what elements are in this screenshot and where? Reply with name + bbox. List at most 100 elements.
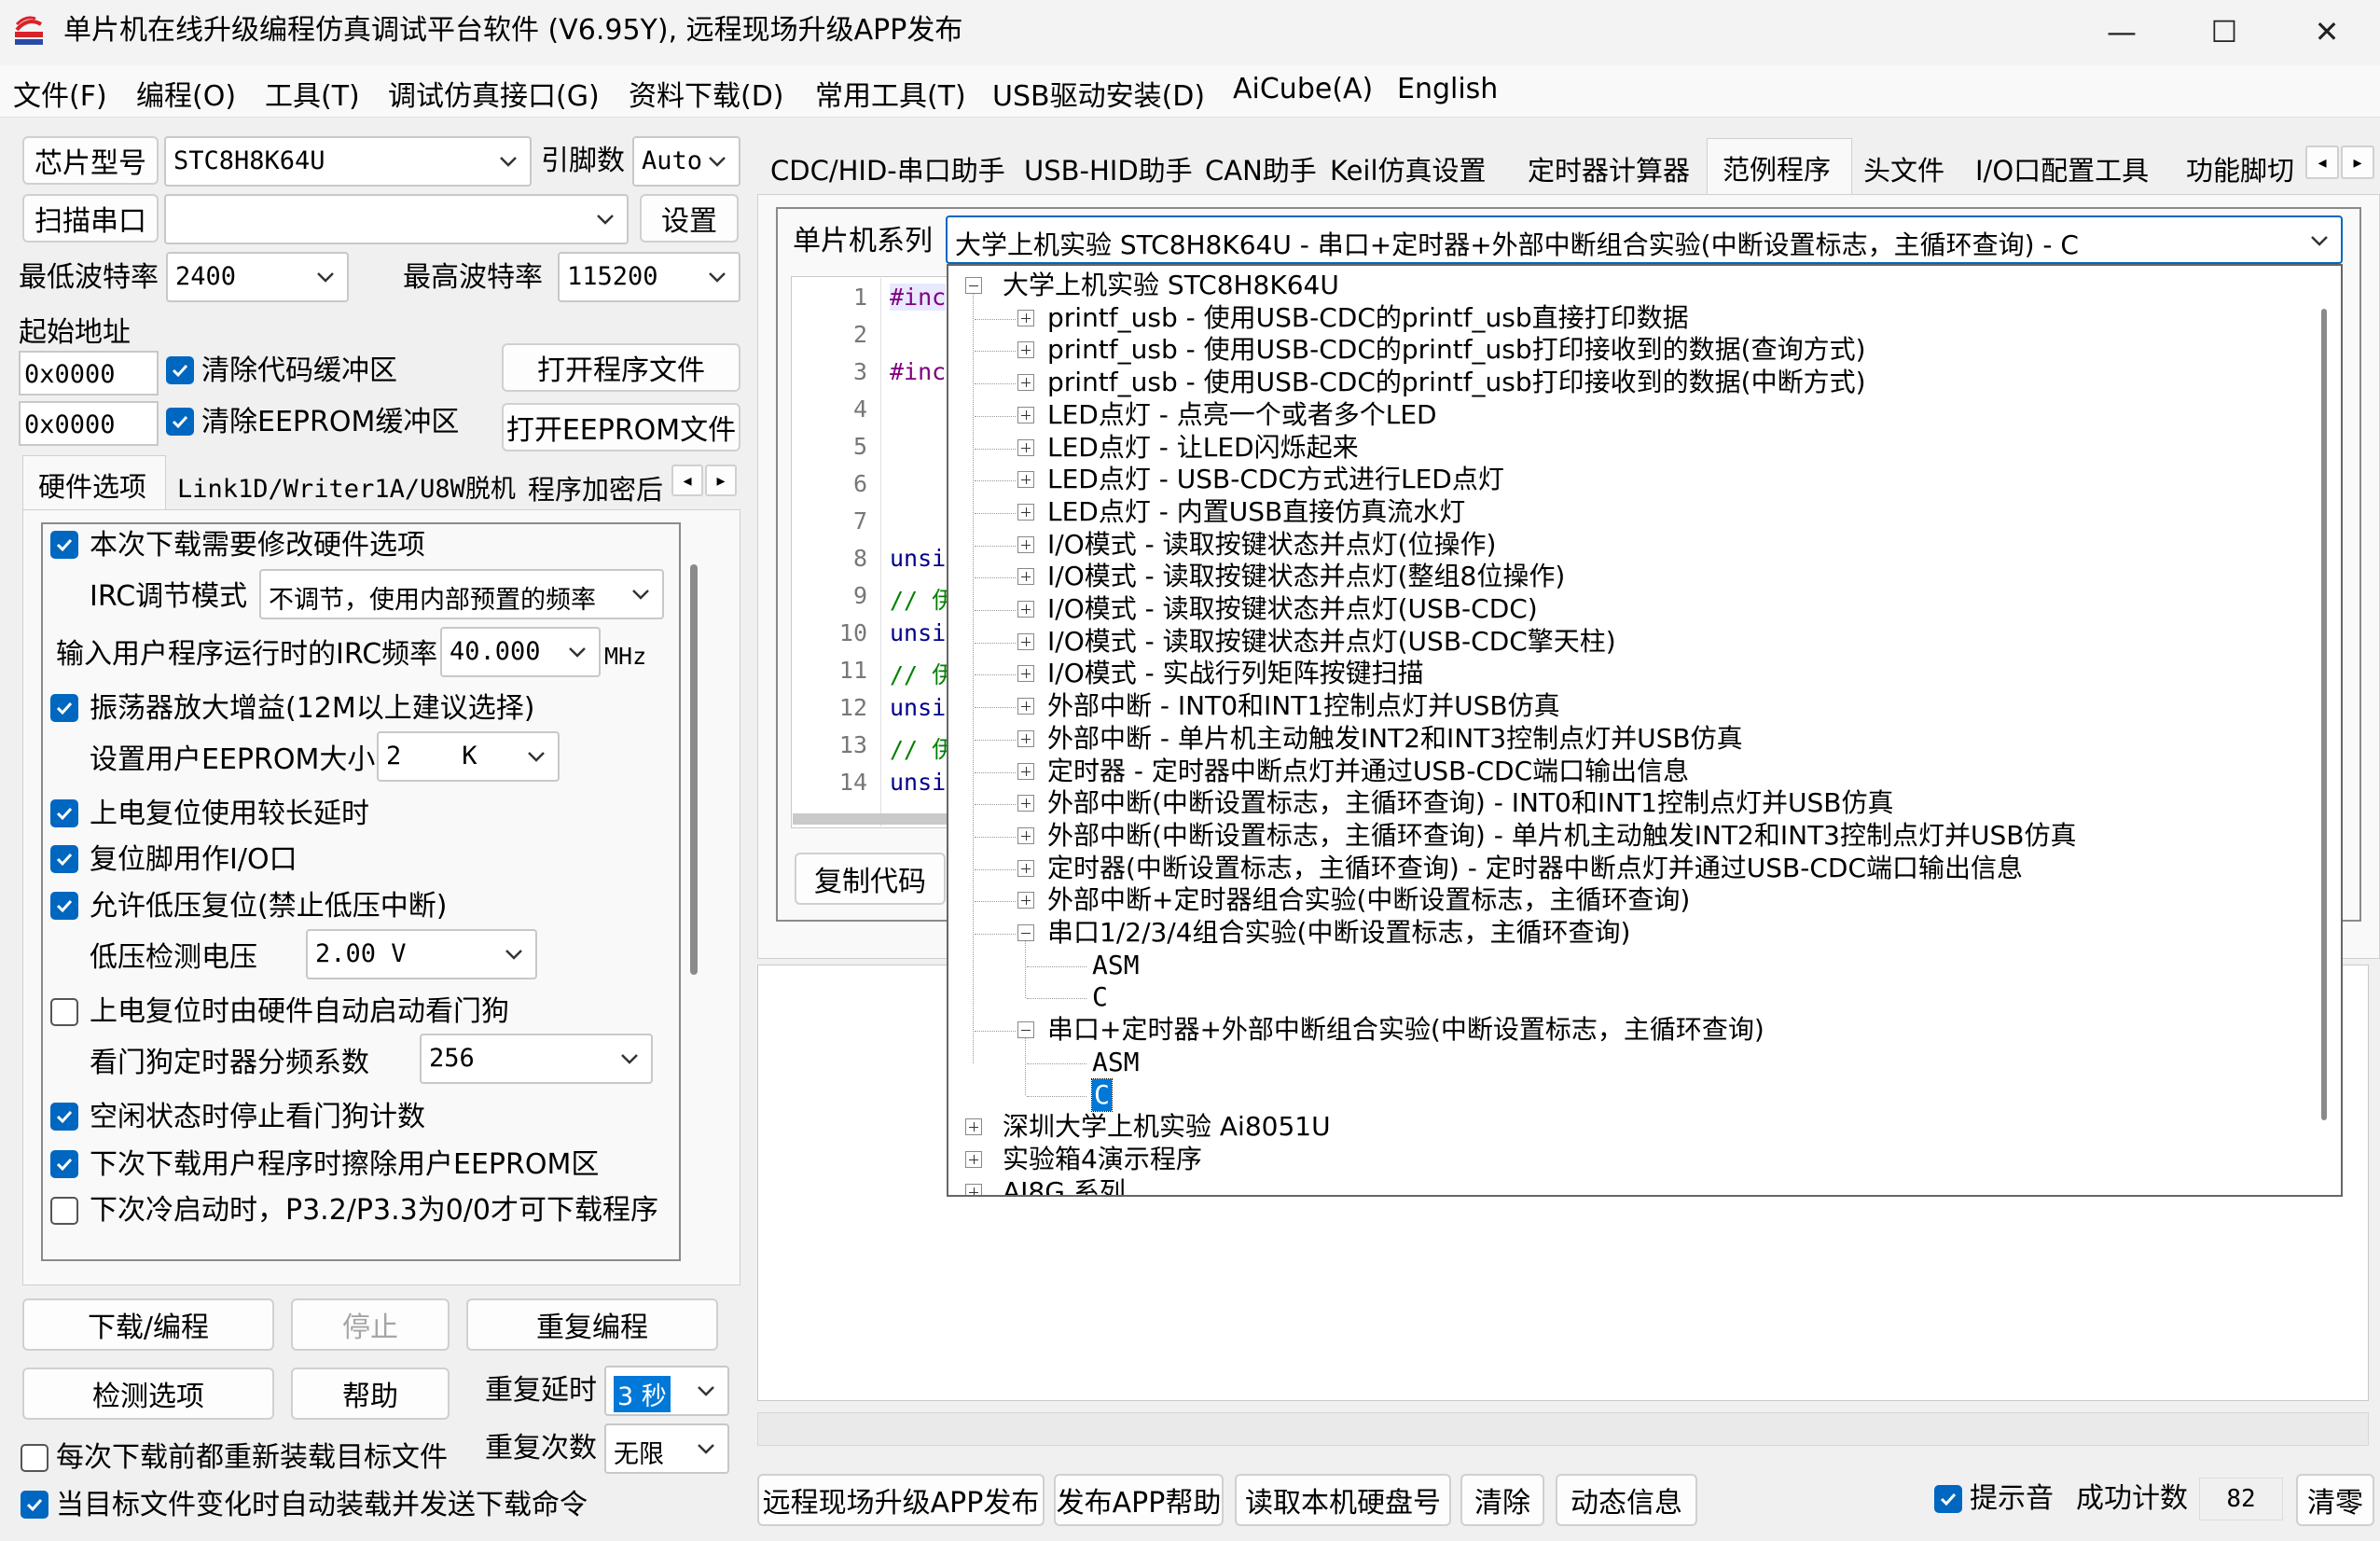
tree-item[interactable]: printf_usb - 使用USB-CDC的printf_usb打印接收到的数…: [1047, 334, 1866, 366]
tree-item[interactable]: 深圳大学上机实验 Ai8051U: [1003, 1111, 1331, 1143]
cold-boot-checkbox[interactable]: [50, 1197, 78, 1225]
read-disk-id-button[interactable]: 读取本机硬盘号: [1235, 1474, 1451, 1526]
tab-cdc-hid-serial[interactable]: CDC/HID-串口助手: [770, 149, 1005, 188]
tree-item[interactable]: 定时器(中断设置标志，主循环查询) - 定时器中断点灯并通过USB-CDC端口输…: [1047, 853, 2023, 884]
clear-code-checkbox[interactable]: [166, 356, 194, 384]
tree-item[interactable]: LED点灯 - 点亮一个或者多个LED: [1047, 399, 1437, 431]
series-dropdown-tree[interactable]: 大学上机实验 STC8H8K64U printf_usb - 使用USB-CDC的…: [947, 264, 2343, 1197]
help-button[interactable]: 帮助: [291, 1367, 450, 1420]
tree-item[interactable]: I/O模式 - 实战行列矩阵按键扫描: [1047, 658, 1424, 689]
idle-wdt-checkbox[interactable]: [50, 1103, 78, 1131]
tree-item[interactable]: 实验箱4演示程序: [1003, 1144, 1202, 1175]
tree-item[interactable]: AI8G 系列: [1003, 1176, 1126, 1195]
wdt-div-select[interactable]: 256: [420, 1034, 653, 1084]
irc-freq-select[interactable]: 40.000: [440, 627, 601, 677]
open-eeprom-file-button[interactable]: 打开EEPROM文件: [502, 403, 740, 451]
collapse-icon[interactable]: [1017, 924, 1034, 941]
erase-eeprom-checkbox[interactable]: [50, 1150, 78, 1178]
series-select[interactable]: 大学上机实验 STC8H8K64U - 串口+定时器+外部中断组合实验(中断设置…: [946, 215, 2343, 264]
tree-item[interactable]: 外部中断(中断设置标志，主循环查询) - INT0和INT1控制点灯并USB仿真: [1047, 787, 1893, 819]
port-settings-button[interactable]: 设置: [640, 194, 739, 243]
remote-upgrade-publish-button[interactable]: 远程现场升级APP发布: [757, 1474, 1045, 1526]
irc-mode-select[interactable]: 不调节，使用内部预置的频率: [259, 569, 664, 619]
expand-icon[interactable]: [1017, 826, 1034, 844]
check-options-button[interactable]: 检测选项: [22, 1367, 274, 1420]
close-button[interactable]: ✕: [2276, 0, 2378, 63]
tree-item[interactable]: printf_usb - 使用USB-CDC的printf_usb直接打印数据: [1047, 302, 1689, 334]
expand-icon[interactable]: [1017, 665, 1034, 683]
tab-header-file[interactable]: 头文件: [1863, 149, 1944, 188]
modify-hw-checkbox[interactable]: [50, 531, 78, 559]
expand-icon[interactable]: [965, 1118, 982, 1136]
tree-item[interactable]: I/O模式 - 读取按键状态并点灯(位操作): [1047, 529, 1496, 561]
tree-item[interactable]: 外部中断(中断设置标志，主循环查询) - 单片机主动触发INT2和INT3控制点…: [1047, 820, 2076, 852]
tree-item[interactable]: I/O模式 - 读取按键状态并点灯(USB-CDC擎天柱): [1047, 626, 1616, 658]
expand-icon[interactable]: [1017, 859, 1034, 877]
tree-item[interactable]: ASM: [1092, 1047, 1140, 1078]
expand-icon[interactable]: [1017, 632, 1034, 650]
lvr-checkbox[interactable]: [50, 892, 78, 920]
max-baud-select[interactable]: 115200: [558, 252, 740, 302]
expand-icon[interactable]: [1017, 729, 1034, 747]
tree-item[interactable]: LED点灯 - 让LED闪烁起来: [1047, 432, 1359, 464]
menu-usb-driver[interactable]: USB驱动安装(D): [992, 73, 1205, 114]
expand-icon[interactable]: [1017, 406, 1034, 423]
reset-io-checkbox[interactable]: [50, 845, 78, 873]
tab-program-encrypt[interactable]: 程序加密后: [528, 468, 668, 507]
menu-english[interactable]: English: [1397, 73, 1498, 105]
minimize-button[interactable]: —: [2070, 0, 2173, 63]
tree-item[interactable]: 外部中断 - 单片机主动触发INT2和INT3控制点灯并USB仿真: [1047, 723, 1743, 755]
tree-item[interactable]: 串口+定时器+外部中断组合实验(中断设置标志，主循环查询): [1047, 1014, 1764, 1046]
tree-item[interactable]: C: [1092, 981, 1108, 1013]
osc-gain-checkbox[interactable]: [50, 694, 78, 722]
publish-app-help-button[interactable]: 发布APP帮助: [1054, 1474, 1224, 1526]
tab-scroll-left-button[interactable]: ◂: [671, 465, 703, 496]
right-tab-scroll-right-button[interactable]: ▸: [2341, 146, 2374, 179]
tab-usb-hid[interactable]: USB-HID助手: [1024, 149, 1193, 188]
menu-program[interactable]: 编程(O): [136, 73, 236, 114]
expand-icon[interactable]: [1017, 892, 1034, 909]
tab-timer-calc[interactable]: 定时器计算器: [1528, 149, 1690, 188]
expand-icon[interactable]: [965, 1150, 982, 1168]
tab-keil-sim[interactable]: Keil仿真设置: [1330, 149, 1487, 188]
collapse-icon[interactable]: [965, 277, 982, 294]
tree-item[interactable]: C: [1091, 1077, 1113, 1112]
hardware-options-scrollbar[interactable]: [690, 564, 698, 975]
tab-scroll-right-button[interactable]: ▸: [705, 465, 737, 496]
tab-example-programs[interactable]: 范例程序: [1707, 138, 1852, 196]
reset-count-button[interactable]: 清零: [2296, 1474, 2374, 1526]
menu-file[interactable]: 文件(F): [13, 73, 107, 114]
code-hscrollbar[interactable]: [793, 813, 948, 825]
tree-item[interactable]: LED点灯 - 内置USB直接仿真流水灯: [1047, 496, 1465, 528]
right-tab-scroll-left-button[interactable]: ◂: [2305, 146, 2339, 179]
expand-icon[interactable]: [1017, 568, 1034, 586]
expand-icon[interactable]: [965, 1183, 982, 1195]
expand-icon[interactable]: [1017, 503, 1034, 521]
tab-link1d[interactable]: Link1D/Writer1A/U8W脱机: [177, 468, 516, 505]
eeprom-address-input[interactable]: 0x0000: [19, 401, 159, 446]
long-delay-checkbox[interactable]: [50, 799, 78, 827]
tab-hardware-options[interactable]: 硬件选项: [22, 455, 166, 511]
wdt-auto-checkbox[interactable]: [50, 998, 78, 1026]
port-select[interactable]: [164, 194, 629, 244]
tree-item[interactable]: LED点灯 - USB-CDC方式进行LED点灯: [1047, 464, 1504, 495]
tab-io-config[interactable]: I/O口配置工具: [1975, 149, 2149, 188]
download-program-button[interactable]: 下载/编程: [22, 1298, 274, 1351]
expand-icon[interactable]: [1017, 438, 1034, 456]
auto-reload-checkbox[interactable]: [21, 1491, 48, 1519]
tree-scrollbar[interactable]: [2321, 309, 2327, 1120]
menu-common-tools[interactable]: 常用工具(T): [815, 73, 966, 114]
code-address-input[interactable]: 0x0000: [19, 351, 159, 396]
clear-output-button[interactable]: 清除: [1460, 1474, 1544, 1526]
tree-item[interactable]: 定时器 - 定时器中断点灯并通过USB-CDC端口输出信息: [1047, 756, 1689, 787]
eeprom-size-select[interactable]: 2 K: [377, 731, 560, 782]
expand-icon[interactable]: [1017, 341, 1034, 359]
expand-icon[interactable]: [1017, 601, 1034, 618]
expand-icon[interactable]: [1017, 795, 1034, 812]
tab-pin-switch[interactable]: 功能脚切: [2186, 149, 2304, 188]
pin-count-select[interactable]: Auto: [632, 136, 740, 187]
scan-port-button[interactable]: 扫描串口: [22, 194, 159, 243]
menu-download-docs[interactable]: 资料下载(D): [629, 73, 784, 114]
repeat-delay-select[interactable]: 3 秒: [604, 1366, 729, 1416]
tree-item[interactable]: 大学上机实验 STC8H8K64U: [1003, 270, 1339, 301]
